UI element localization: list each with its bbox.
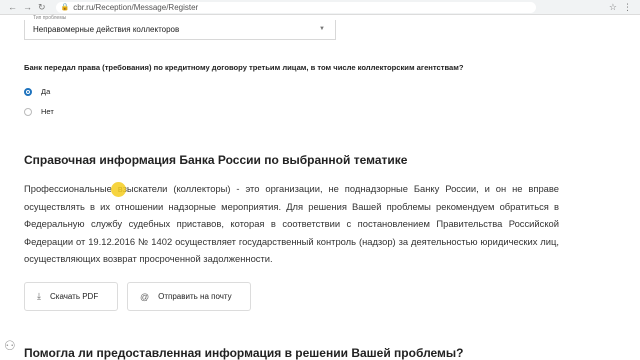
forward-icon[interactable]: →: [23, 2, 32, 12]
radio-button-no[interactable]: [24, 107, 32, 116]
reload-icon[interactable]: ↻: [38, 2, 46, 12]
address-bar[interactable]: 🔒 cbr.ru/Reception/Message/Register: [55, 1, 536, 13]
email-icon: @: [140, 291, 150, 302]
browser-nav: ← → ↻: [8, 2, 46, 12]
feedback-question: Помогла ли предоставленная информация в …: [24, 346, 464, 360]
download-pdf-label: Скачать PDF: [49, 292, 99, 301]
info-section-title: Справочная информация Банка России по вы…: [24, 153, 408, 167]
radio-label-yes: Да: [41, 87, 51, 96]
url-text: cbr.ru/Reception/Message/Register: [73, 2, 199, 12]
browser-actions: ☆ ⋮: [609, 2, 632, 13]
download-pdf-button[interactable]: ⤓ Скачать PDF: [24, 282, 118, 311]
download-icon: ⤓: [37, 291, 41, 301]
lock-icon: 🔒: [60, 4, 70, 11]
browser-toolbar: ← → ↻ 🔒 cbr.ru/Reception/Message/Registe…: [0, 0, 640, 15]
radio-option-yes[interactable]: Да: [24, 87, 50, 96]
cursor-highlight: [111, 182, 126, 197]
menu-icon[interactable]: ⋮: [623, 2, 632, 13]
problem-type-select[interactable]: Неправомерные действия коллекторов ▼: [24, 20, 336, 40]
send-email-label: Отправить на почту: [158, 292, 232, 301]
chevron-down-icon: ▼: [319, 26, 325, 32]
radio-label-no: Нет: [41, 107, 54, 116]
info-paragraph: Профессиональные взыскатели (коллекторы)…: [24, 183, 559, 264]
back-icon[interactable]: ←: [8, 2, 17, 12]
radio-option-no[interactable]: Нет: [24, 107, 54, 116]
accessibility-icon[interactable]: ⚇: [4, 338, 16, 354]
radio-button-yes[interactable]: [24, 87, 32, 96]
rights-transfer-question: Банк передал права (требования) по креди…: [24, 63, 464, 72]
star-icon[interactable]: ☆: [609, 2, 617, 13]
send-email-button[interactable]: @ Отправить на почту: [127, 282, 251, 311]
select-value: Неправомерные действия коллекторов: [33, 25, 180, 34]
